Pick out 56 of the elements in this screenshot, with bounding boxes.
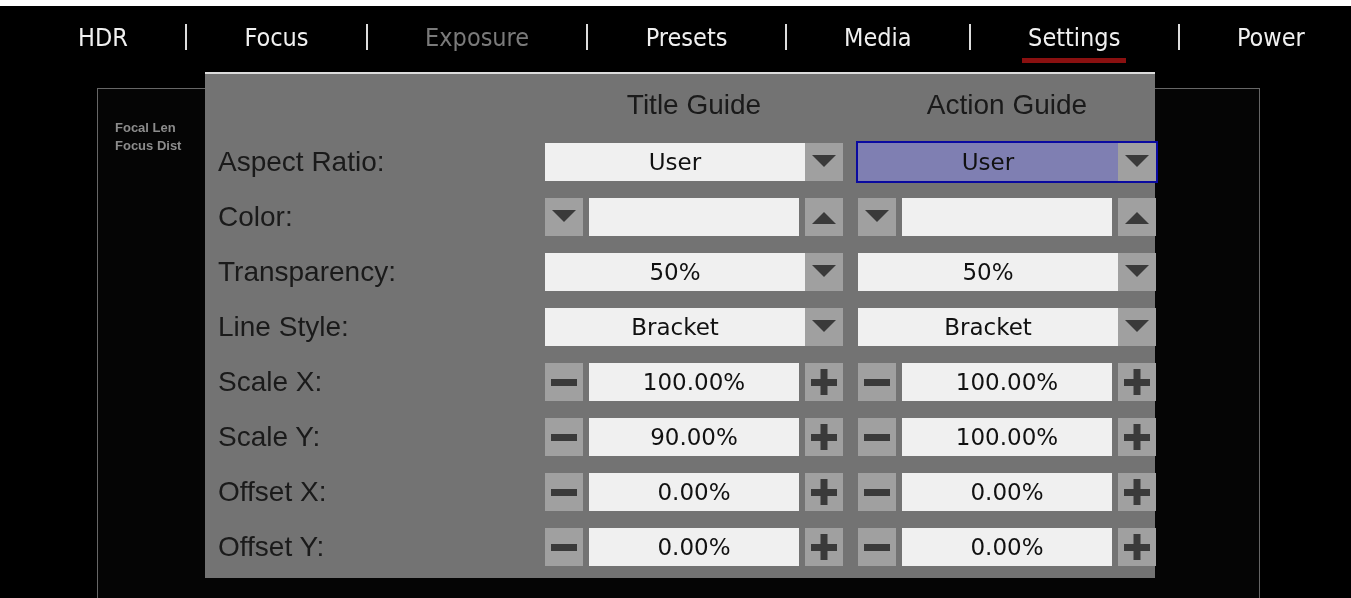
minus-icon[interactable] (858, 362, 896, 401)
plus-icon[interactable] (805, 417, 843, 456)
info-text: Focus Dist (115, 137, 182, 155)
color-swatch-field[interactable] (902, 197, 1112, 236)
setting-label: Scale X: (218, 365, 324, 398)
menu-tab[interactable]: Power (1230, 19, 1311, 63)
tab-separator (365, 24, 368, 50)
setting-label: Aspect Ratio: (218, 145, 386, 178)
plus-icon[interactable] (1118, 472, 1156, 511)
setting-label: Scale Y: (218, 420, 322, 453)
plus-icon[interactable] (1118, 362, 1156, 401)
setting-label: Offset Y: (218, 530, 326, 563)
tab-separator (1177, 24, 1180, 50)
tab-separator (784, 24, 787, 50)
value-field[interactable]: 0.00% (902, 527, 1112, 566)
menu-tab[interactable]: HDR (72, 19, 134, 63)
dropdown-field[interactable]: 50% (858, 252, 1156, 291)
tab-separator (968, 24, 971, 50)
column-heading: Title Guide (625, 88, 763, 122)
value-field[interactable]: 0.00% (589, 472, 799, 511)
plus-icon[interactable] (1118, 527, 1156, 566)
dropdown-field[interactable]: 50% (545, 252, 843, 291)
minus-icon[interactable] (858, 417, 896, 456)
dropdown-field[interactable]: User (858, 142, 1156, 181)
setting-label: Transparency: (218, 255, 397, 288)
value-field[interactable]: 0.00% (589, 527, 799, 566)
menu-tab[interactable]: Presets (639, 19, 734, 63)
dropdown-field[interactable]: Bracket (858, 307, 1156, 346)
info-text: Focal Len (115, 119, 176, 137)
value-field[interactable]: 100.00% (902, 417, 1112, 456)
tab-separator (586, 24, 589, 50)
dropdown-field[interactable]: Bracket (545, 307, 843, 346)
setting-label: Line Style: (218, 310, 350, 343)
value-field[interactable]: 0.00% (902, 472, 1112, 511)
minus-icon[interactable] (858, 527, 896, 566)
plus-icon[interactable] (805, 362, 843, 401)
plus-icon[interactable] (805, 472, 843, 511)
value-field[interactable]: 100.00% (589, 362, 799, 401)
tab-separator (185, 24, 188, 50)
color-swatch-field[interactable] (589, 197, 799, 236)
value-field[interactable]: 100.00% (902, 362, 1112, 401)
minus-icon[interactable] (545, 362, 583, 401)
menu-tab[interactable]: Focus (238, 19, 315, 63)
plus-icon[interactable] (1118, 417, 1156, 456)
plus-icon[interactable] (805, 527, 843, 566)
minus-icon[interactable] (545, 417, 583, 456)
minus-icon[interactable] (545, 527, 583, 566)
minus-icon[interactable] (858, 472, 896, 511)
setting-label: Offset X: (218, 475, 328, 508)
setting-label: Color: (218, 200, 294, 233)
column-heading: Action Guide (925, 88, 1089, 122)
menu-tab[interactable]: Settings (1022, 19, 1127, 63)
menu-tab[interactable]: Media (838, 19, 918, 63)
value-field[interactable]: 90.00% (589, 417, 799, 456)
dropdown-field[interactable]: User (545, 142, 843, 181)
minus-icon[interactable] (545, 472, 583, 511)
